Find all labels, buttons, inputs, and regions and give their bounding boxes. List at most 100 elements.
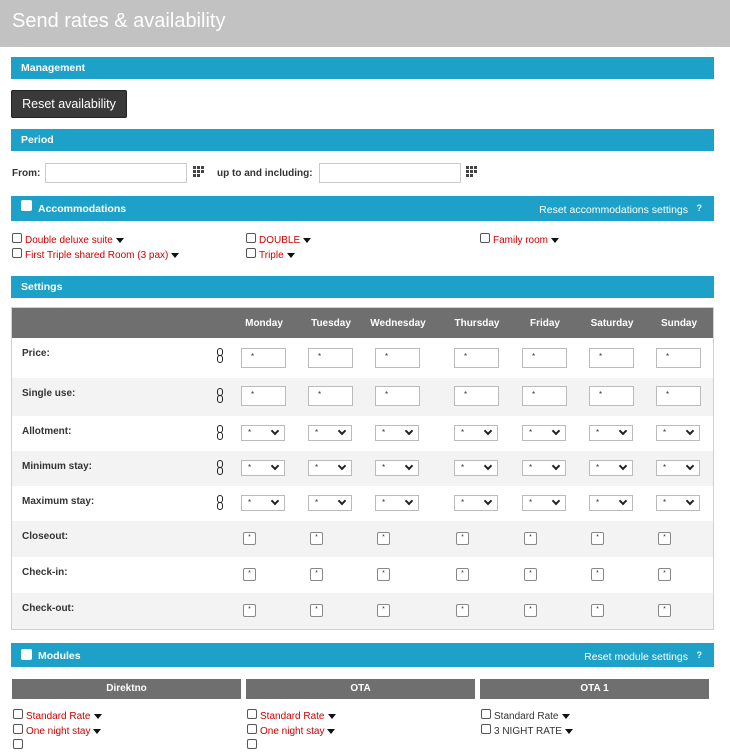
day-checkbox[interactable]: * <box>310 568 323 581</box>
dropdown-caret-icon[interactable] <box>327 713 336 719</box>
dropdown-caret-icon[interactable] <box>171 252 180 258</box>
accommodation-checkbox[interactable] <box>12 233 22 244</box>
day-value-select[interactable]: * <box>589 425 633 441</box>
dropdown-caret-icon[interactable] <box>115 237 124 243</box>
day-value-input[interactable]: * <box>589 348 634 368</box>
day-value-select[interactable]: * <box>308 460 352 476</box>
accommodation-item[interactable]: Triple <box>246 248 295 261</box>
accommodation-checkbox[interactable] <box>246 248 256 259</box>
day-value-input[interactable]: * <box>454 386 499 406</box>
module-rate-checkbox[interactable] <box>481 709 491 720</box>
accommodations-help-icon[interactable]: ? <box>697 203 703 213</box>
day-checkbox[interactable]: * <box>456 604 469 617</box>
module-rate-checkbox[interactable] <box>481 724 491 735</box>
accommodation-checkbox[interactable] <box>12 248 22 259</box>
dropdown-caret-icon[interactable] <box>551 237 560 243</box>
link-icon[interactable] <box>215 348 225 364</box>
day-value-select[interactable]: * <box>308 495 352 511</box>
day-value-input[interactable]: * <box>656 348 701 368</box>
day-value-select[interactable]: * <box>589 495 633 511</box>
day-value-select[interactable]: * <box>656 495 700 511</box>
dropdown-caret-icon[interactable] <box>561 713 570 719</box>
day-value-input[interactable]: * <box>308 386 353 406</box>
day-value-input[interactable]: * <box>241 386 286 406</box>
day-value-select[interactable]: * <box>375 425 419 441</box>
day-checkbox[interactable]: * <box>524 604 537 617</box>
day-value-input[interactable]: * <box>522 348 567 368</box>
module-rate-item[interactable]: One night stay <box>13 724 102 737</box>
day-value-select[interactable]: * <box>375 495 419 511</box>
day-checkbox[interactable]: * <box>658 568 671 581</box>
link-icon[interactable] <box>215 425 225 441</box>
day-value-select[interactable]: * <box>656 460 700 476</box>
day-value-input[interactable]: * <box>454 348 499 368</box>
dropdown-caret-icon[interactable] <box>303 237 312 243</box>
link-icon[interactable] <box>215 460 225 476</box>
reset-accommodations-link[interactable]: Reset accommodations settings <box>539 204 688 216</box>
modules-help-icon[interactable]: ? <box>697 650 703 660</box>
reset-availability-button[interactable]: Reset availability <box>11 90 127 118</box>
dropdown-caret-icon[interactable] <box>93 713 102 719</box>
day-value-select[interactable]: * <box>454 460 498 476</box>
day-checkbox[interactable]: * <box>243 532 256 545</box>
day-value-select[interactable]: * <box>656 425 700 441</box>
day-checkbox[interactable]: * <box>524 532 537 545</box>
day-checkbox[interactable]: * <box>377 568 390 581</box>
module-rate-item[interactable] <box>247 739 260 752</box>
day-value-select[interactable]: * <box>241 460 285 476</box>
from-calendar-icon[interactable] <box>193 166 207 179</box>
day-checkbox[interactable]: * <box>591 568 604 581</box>
dropdown-caret-icon[interactable] <box>286 252 295 258</box>
day-checkbox[interactable]: * <box>524 568 537 581</box>
module-rate-checkbox[interactable] <box>13 709 23 720</box>
accommodation-checkbox[interactable] <box>480 233 490 244</box>
module-rate-item[interactable] <box>13 739 26 752</box>
from-date-input[interactable] <box>45 163 187 183</box>
day-checkbox[interactable]: * <box>243 568 256 581</box>
modules-select-all-checkbox[interactable] <box>21 649 32 660</box>
day-value-input[interactable]: * <box>656 386 701 406</box>
day-value-select[interactable]: * <box>241 425 285 441</box>
to-calendar-icon[interactable] <box>466 166 480 179</box>
module-rate-checkbox[interactable] <box>13 739 23 750</box>
accommodations-select-all-checkbox[interactable] <box>21 200 32 211</box>
dropdown-caret-icon[interactable] <box>93 728 102 734</box>
module-rate-checkbox[interactable] <box>247 709 257 720</box>
day-value-select[interactable]: * <box>308 425 352 441</box>
module-rate-checkbox[interactable] <box>13 724 23 735</box>
module-rate-item[interactable]: Standard Rate <box>247 709 336 722</box>
day-value-input[interactable]: * <box>241 348 286 368</box>
accommodation-checkbox[interactable] <box>246 233 256 244</box>
day-value-select[interactable]: * <box>589 460 633 476</box>
accommodation-item[interactable]: Double deluxe suite <box>12 233 124 246</box>
day-checkbox[interactable]: * <box>591 532 604 545</box>
day-value-select[interactable]: * <box>522 425 566 441</box>
module-rate-checkbox[interactable] <box>247 739 257 750</box>
day-checkbox[interactable]: * <box>658 604 671 617</box>
day-checkbox[interactable]: * <box>243 604 256 617</box>
dropdown-caret-icon[interactable] <box>564 728 573 734</box>
day-value-input[interactable]: * <box>308 348 353 368</box>
day-checkbox[interactable]: * <box>377 604 390 617</box>
day-checkbox[interactable]: * <box>310 532 323 545</box>
day-checkbox[interactable]: * <box>456 532 469 545</box>
day-checkbox[interactable]: * <box>377 532 390 545</box>
day-checkbox[interactable]: * <box>456 568 469 581</box>
day-value-input[interactable]: * <box>375 386 420 406</box>
accommodation-item[interactable]: DOUBLE <box>246 233 312 246</box>
module-rate-checkbox[interactable] <box>247 724 257 735</box>
day-value-select[interactable]: * <box>454 425 498 441</box>
day-checkbox[interactable]: * <box>591 604 604 617</box>
day-value-select[interactable]: * <box>522 460 566 476</box>
link-icon[interactable] <box>215 388 225 404</box>
day-value-select[interactable]: * <box>454 495 498 511</box>
accommodation-item[interactable]: Family room <box>480 233 560 246</box>
dropdown-caret-icon[interactable] <box>327 728 336 734</box>
module-rate-item[interactable]: Standard Rate <box>13 709 102 722</box>
day-value-input[interactable]: * <box>522 386 567 406</box>
reset-modules-link[interactable]: Reset module settings <box>584 651 688 663</box>
day-checkbox[interactable]: * <box>658 532 671 545</box>
link-icon[interactable] <box>215 495 225 511</box>
day-value-input[interactable]: * <box>589 386 634 406</box>
day-value-select[interactable]: * <box>522 495 566 511</box>
